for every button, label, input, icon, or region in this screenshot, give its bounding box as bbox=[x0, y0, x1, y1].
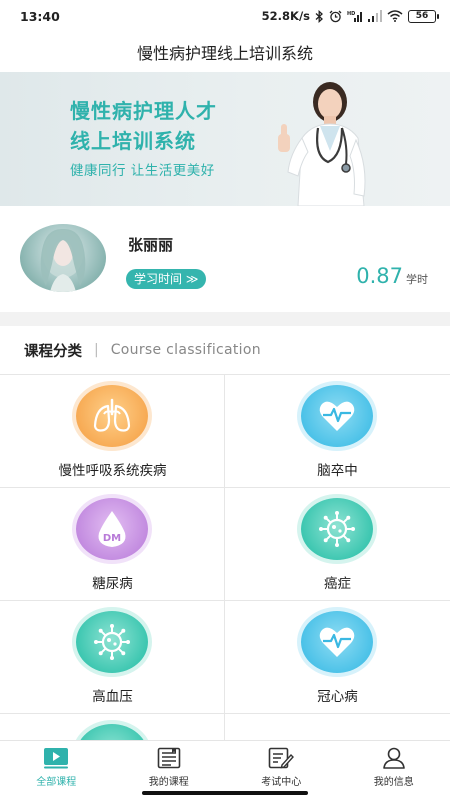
signal-icon bbox=[368, 10, 382, 22]
category-label: 糖尿病 bbox=[92, 576, 133, 592]
section-divider: | bbox=[94, 342, 99, 358]
banner-title-line2: 线上培训系统 bbox=[70, 129, 196, 153]
virus-icon bbox=[301, 498, 373, 560]
category-hypertension[interactable]: 高血压 bbox=[0, 601, 225, 714]
nav-label: 考试中心 bbox=[261, 777, 302, 788]
network-speed: 52.8K/s bbox=[261, 9, 310, 23]
nav-my-info[interactable]: 我的信息 bbox=[338, 741, 450, 800]
nav-label: 我的课程 bbox=[148, 777, 189, 788]
category-chronic-respiratory[interactable]: 慢性呼吸系统疾病 bbox=[0, 375, 225, 488]
category-coronary-heart-disease[interactable]: 冠心病 bbox=[225, 601, 450, 714]
status-bar: 13:40 52.8K/s HD 56 bbox=[0, 0, 450, 32]
dm-drop-icon: DM bbox=[76, 498, 148, 560]
svg-text:DM: DM bbox=[103, 533, 121, 544]
banner-subtitle: 健康同行 让生活更美好 bbox=[70, 163, 215, 179]
category-stroke[interactable]: 脑卒中 bbox=[225, 375, 450, 488]
category-next-partial[interactable] bbox=[0, 714, 225, 740]
study-hours-value: 0.87 bbox=[356, 264, 403, 288]
study-hours: 0.87 学时 bbox=[356, 264, 428, 288]
nav-all-courses[interactable]: 全部课程 bbox=[0, 741, 113, 800]
page-title: 慢性病护理线上培训系统 bbox=[136, 44, 313, 63]
category-label: 脑卒中 bbox=[317, 463, 358, 479]
course-classification-header: 课程分类 | Course classification bbox=[0, 326, 450, 374]
status-indicators: 52.8K/s HD 56 bbox=[261, 9, 439, 23]
category-diabetes[interactable]: DM 糖尿病 bbox=[0, 488, 225, 601]
nav-label: 全部课程 bbox=[36, 777, 77, 788]
section-subtitle: Course classification bbox=[110, 342, 261, 358]
bluetooth-icon bbox=[315, 9, 324, 23]
exam-edit-icon bbox=[268, 746, 295, 770]
banner-title: 慢性病护理人才 线上培训系统 bbox=[70, 96, 217, 156]
partial-category-icon bbox=[76, 724, 148, 740]
heartbeat-icon bbox=[301, 611, 373, 673]
avatar[interactable] bbox=[20, 224, 106, 292]
alarm-icon bbox=[329, 10, 342, 23]
user-icon bbox=[381, 746, 407, 770]
profile-card: 张丽丽 学习时间 ≫ 0.87 学时 bbox=[0, 206, 450, 312]
wifi-icon bbox=[387, 10, 403, 22]
category-label: 高血压 bbox=[92, 689, 133, 705]
home-indicator[interactable] bbox=[142, 791, 308, 795]
heartbeat-icon bbox=[301, 385, 373, 447]
play-video-icon bbox=[43, 746, 69, 770]
hd-signal-icon: HD bbox=[347, 10, 363, 22]
study-hours-unit: 学时 bbox=[406, 273, 428, 286]
banner[interactable]: 慢性病护理人才 线上培训系统 健康同行 让生活更美好 bbox=[0, 72, 450, 206]
category-label: 冠心病 bbox=[317, 689, 358, 705]
nav-label: 我的信息 bbox=[373, 777, 414, 788]
battery-icon: 56 bbox=[408, 9, 439, 23]
category-label: 癌症 bbox=[324, 576, 351, 592]
category-grid: 慢性呼吸系统疾病 脑卒中 DM 糖尿病 癌症 高血压 冠心病 bbox=[0, 374, 450, 740]
section-separator bbox=[0, 312, 450, 326]
study-time-button[interactable]: 学习时间 ≫ bbox=[126, 269, 207, 289]
category-label: 慢性呼吸系统疾病 bbox=[58, 463, 167, 479]
svg-text:HD: HD bbox=[347, 11, 355, 17]
user-name: 张丽丽 bbox=[128, 236, 174, 254]
course-list-icon bbox=[156, 746, 182, 770]
virus-icon bbox=[76, 611, 148, 673]
section-title: 课程分类 bbox=[24, 343, 82, 360]
category-empty bbox=[225, 714, 450, 740]
category-cancer[interactable]: 癌症 bbox=[225, 488, 450, 601]
status-time: 13:40 bbox=[20, 8, 60, 24]
lungs-icon bbox=[76, 385, 148, 447]
banner-title-line1: 慢性病护理人才 bbox=[70, 99, 217, 123]
nurse-illustration bbox=[278, 82, 366, 206]
